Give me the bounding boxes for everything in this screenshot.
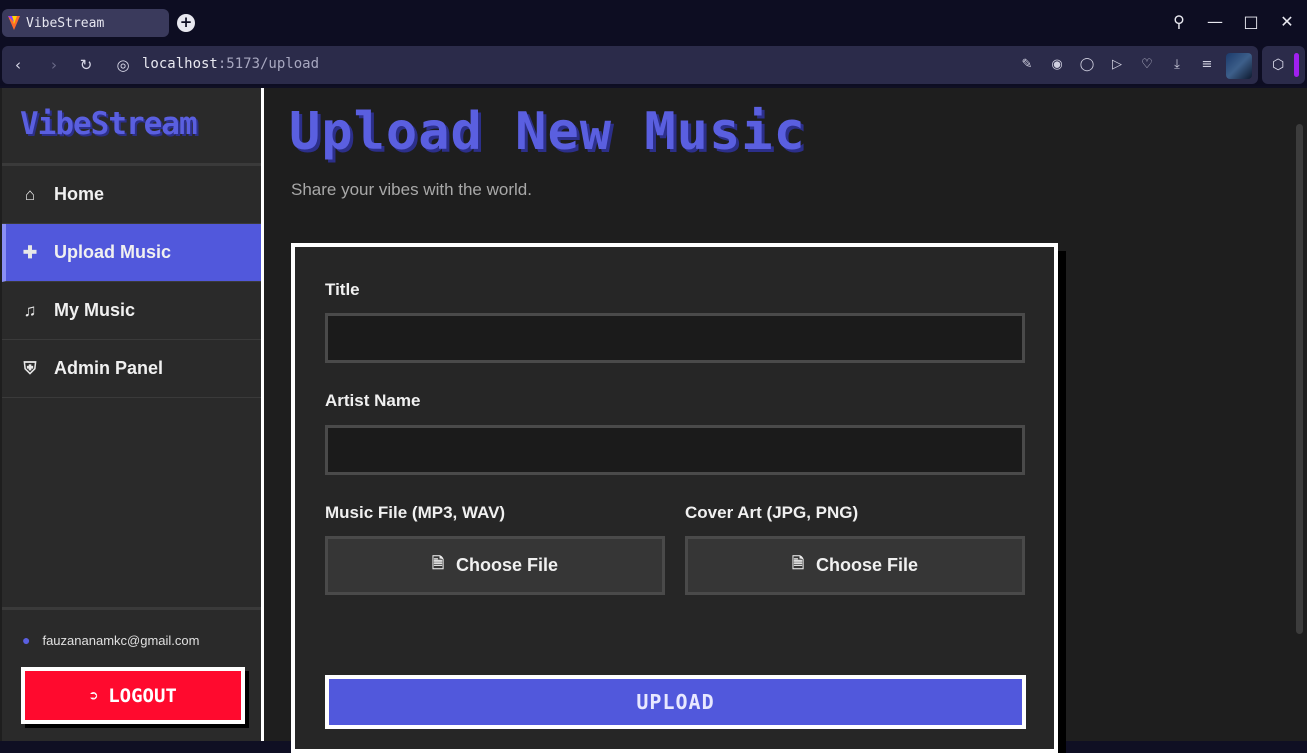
edit-icon[interactable]: ✎ — [1019, 57, 1035, 73]
profile-avatar[interactable] — [1226, 53, 1252, 79]
main-content: Upload New Music Share your vibes with t… — [267, 88, 1290, 753]
url-field[interactable]: localhost:5173/upload — [142, 56, 319, 72]
site-info-icon[interactable]: ◎ — [113, 55, 133, 75]
artist-name-input[interactable] — [325, 425, 1025, 475]
sidebar-item-label: Home — [54, 184, 105, 204]
sidebar-item-my-music[interactable]: ♫ My Music — [2, 282, 261, 340]
sidebar-footer: ● fauzananamkc@gmail.com ➲ LOGOUT — [2, 607, 261, 741]
play-icon[interactable]: ▷ — [1109, 57, 1125, 73]
choose-file-label: Choose File — [456, 555, 559, 575]
upload-form: Title Artist Name Music File (MP3, WAV) … — [291, 243, 1058, 753]
sidebar-indicator — [1294, 53, 1299, 77]
brand-logo[interactable]: VibeStream — [2, 88, 261, 166]
search-icon[interactable]: ⚲ — [1169, 12, 1189, 32]
scrollbar[interactable] — [1294, 88, 1305, 741]
artist-label: Artist Name — [325, 391, 421, 410]
user-email: fauzananamkc@gmail.com — [42, 632, 200, 648]
sidebar-item-label: Upload Music — [54, 242, 172, 262]
browser-tab[interactable]: VibeStream — [2, 9, 169, 37]
extension-panel[interactable]: ⬡ — [1262, 46, 1305, 84]
user-info: ● fauzananamkc@gmail.com — [22, 632, 199, 648]
url-path: :5173/upload — [217, 56, 320, 72]
sidebar-item-home[interactable]: ⌂ Home — [2, 166, 261, 224]
minimize-icon[interactable]: — — [1205, 12, 1225, 32]
logout-label: LOGOUT — [108, 684, 177, 707]
user-icon: ● — [22, 632, 31, 648]
address-bar: ‹ › ↻ ◎ localhost:5173/upload ✎ ◉ ◯ ▷ ♡ … — [0, 44, 1307, 86]
cover-art-label: Cover Art (JPG, PNG) — [685, 503, 859, 522]
logout-icon: ➲ — [89, 686, 99, 705]
page-subtitle: Share your vibes with the world. — [291, 180, 532, 199]
menu-icon[interactable]: ≡ — [1199, 57, 1215, 73]
sidebar-item-label: My Music — [54, 300, 136, 320]
plus-icon: ✚ — [22, 242, 38, 262]
cube-icon: ⬡ — [1272, 57, 1285, 73]
vibestream-favicon-icon — [8, 16, 20, 30]
shield-icon: ⛨ — [23, 358, 37, 378]
browser-tab-title: VibeStream — [26, 15, 105, 31]
camera-icon[interactable]: ◉ — [1049, 57, 1065, 73]
home-icon: ⌂ — [24, 184, 36, 204]
address-bar-inner: ‹ › ↻ ◎ localhost:5173/upload ✎ ◉ ◯ ▷ ♡ … — [2, 46, 1258, 84]
shield-ext-icon[interactable]: ◯ — [1079, 57, 1095, 73]
upload-button[interactable]: UPLOAD — [325, 675, 1026, 729]
app-root: VibeStream ⌂ Home ✚ Upload Music ♫ My Mu… — [0, 88, 1307, 753]
browser-tab-bar: VibeStream + ⚲ — □ ✕ — [0, 0, 1307, 44]
logout-button[interactable]: ➲ LOGOUT — [21, 667, 245, 724]
sidebar: VibeStream ⌂ Home ✚ Upload Music ♫ My Mu… — [2, 88, 264, 741]
sidebar-item-label: Admin Panel — [54, 358, 164, 378]
back-icon[interactable]: ‹ — [8, 55, 28, 75]
title-label: Title — [325, 280, 360, 299]
close-window-icon[interactable]: ✕ — [1277, 12, 1297, 32]
sidebar-item-upload-music[interactable]: ✚ Upload Music — [2, 224, 261, 282]
scrollbar-thumb[interactable] — [1296, 124, 1303, 634]
file-upload-icon: 🗎 — [431, 555, 445, 572]
heart-icon[interactable]: ♡ — [1139, 57, 1155, 73]
music-file-label: Music File (MP3, WAV) — [325, 503, 506, 522]
music-note-icon: ♫ — [23, 300, 37, 320]
title-input[interactable] — [325, 313, 1025, 363]
sidebar-item-admin-panel[interactable]: ⛨ Admin Panel — [2, 340, 261, 398]
download-icon[interactable]: ⤓ — [1169, 57, 1185, 73]
page-title: Upload New Music — [289, 102, 806, 162]
url-host: localhost — [142, 56, 218, 72]
reload-icon[interactable]: ↻ — [76, 55, 96, 75]
file-upload-icon: 🗎 — [791, 555, 805, 572]
music-file-button[interactable]: 🗎 Choose File — [325, 536, 665, 595]
maximize-icon[interactable]: □ — [1241, 12, 1261, 32]
forward-icon[interactable]: › — [44, 55, 64, 75]
cover-art-button[interactable]: 🗎 Choose File — [685, 536, 1025, 595]
new-tab-button[interactable]: + — [177, 14, 195, 32]
choose-file-label: Choose File — [816, 555, 919, 575]
